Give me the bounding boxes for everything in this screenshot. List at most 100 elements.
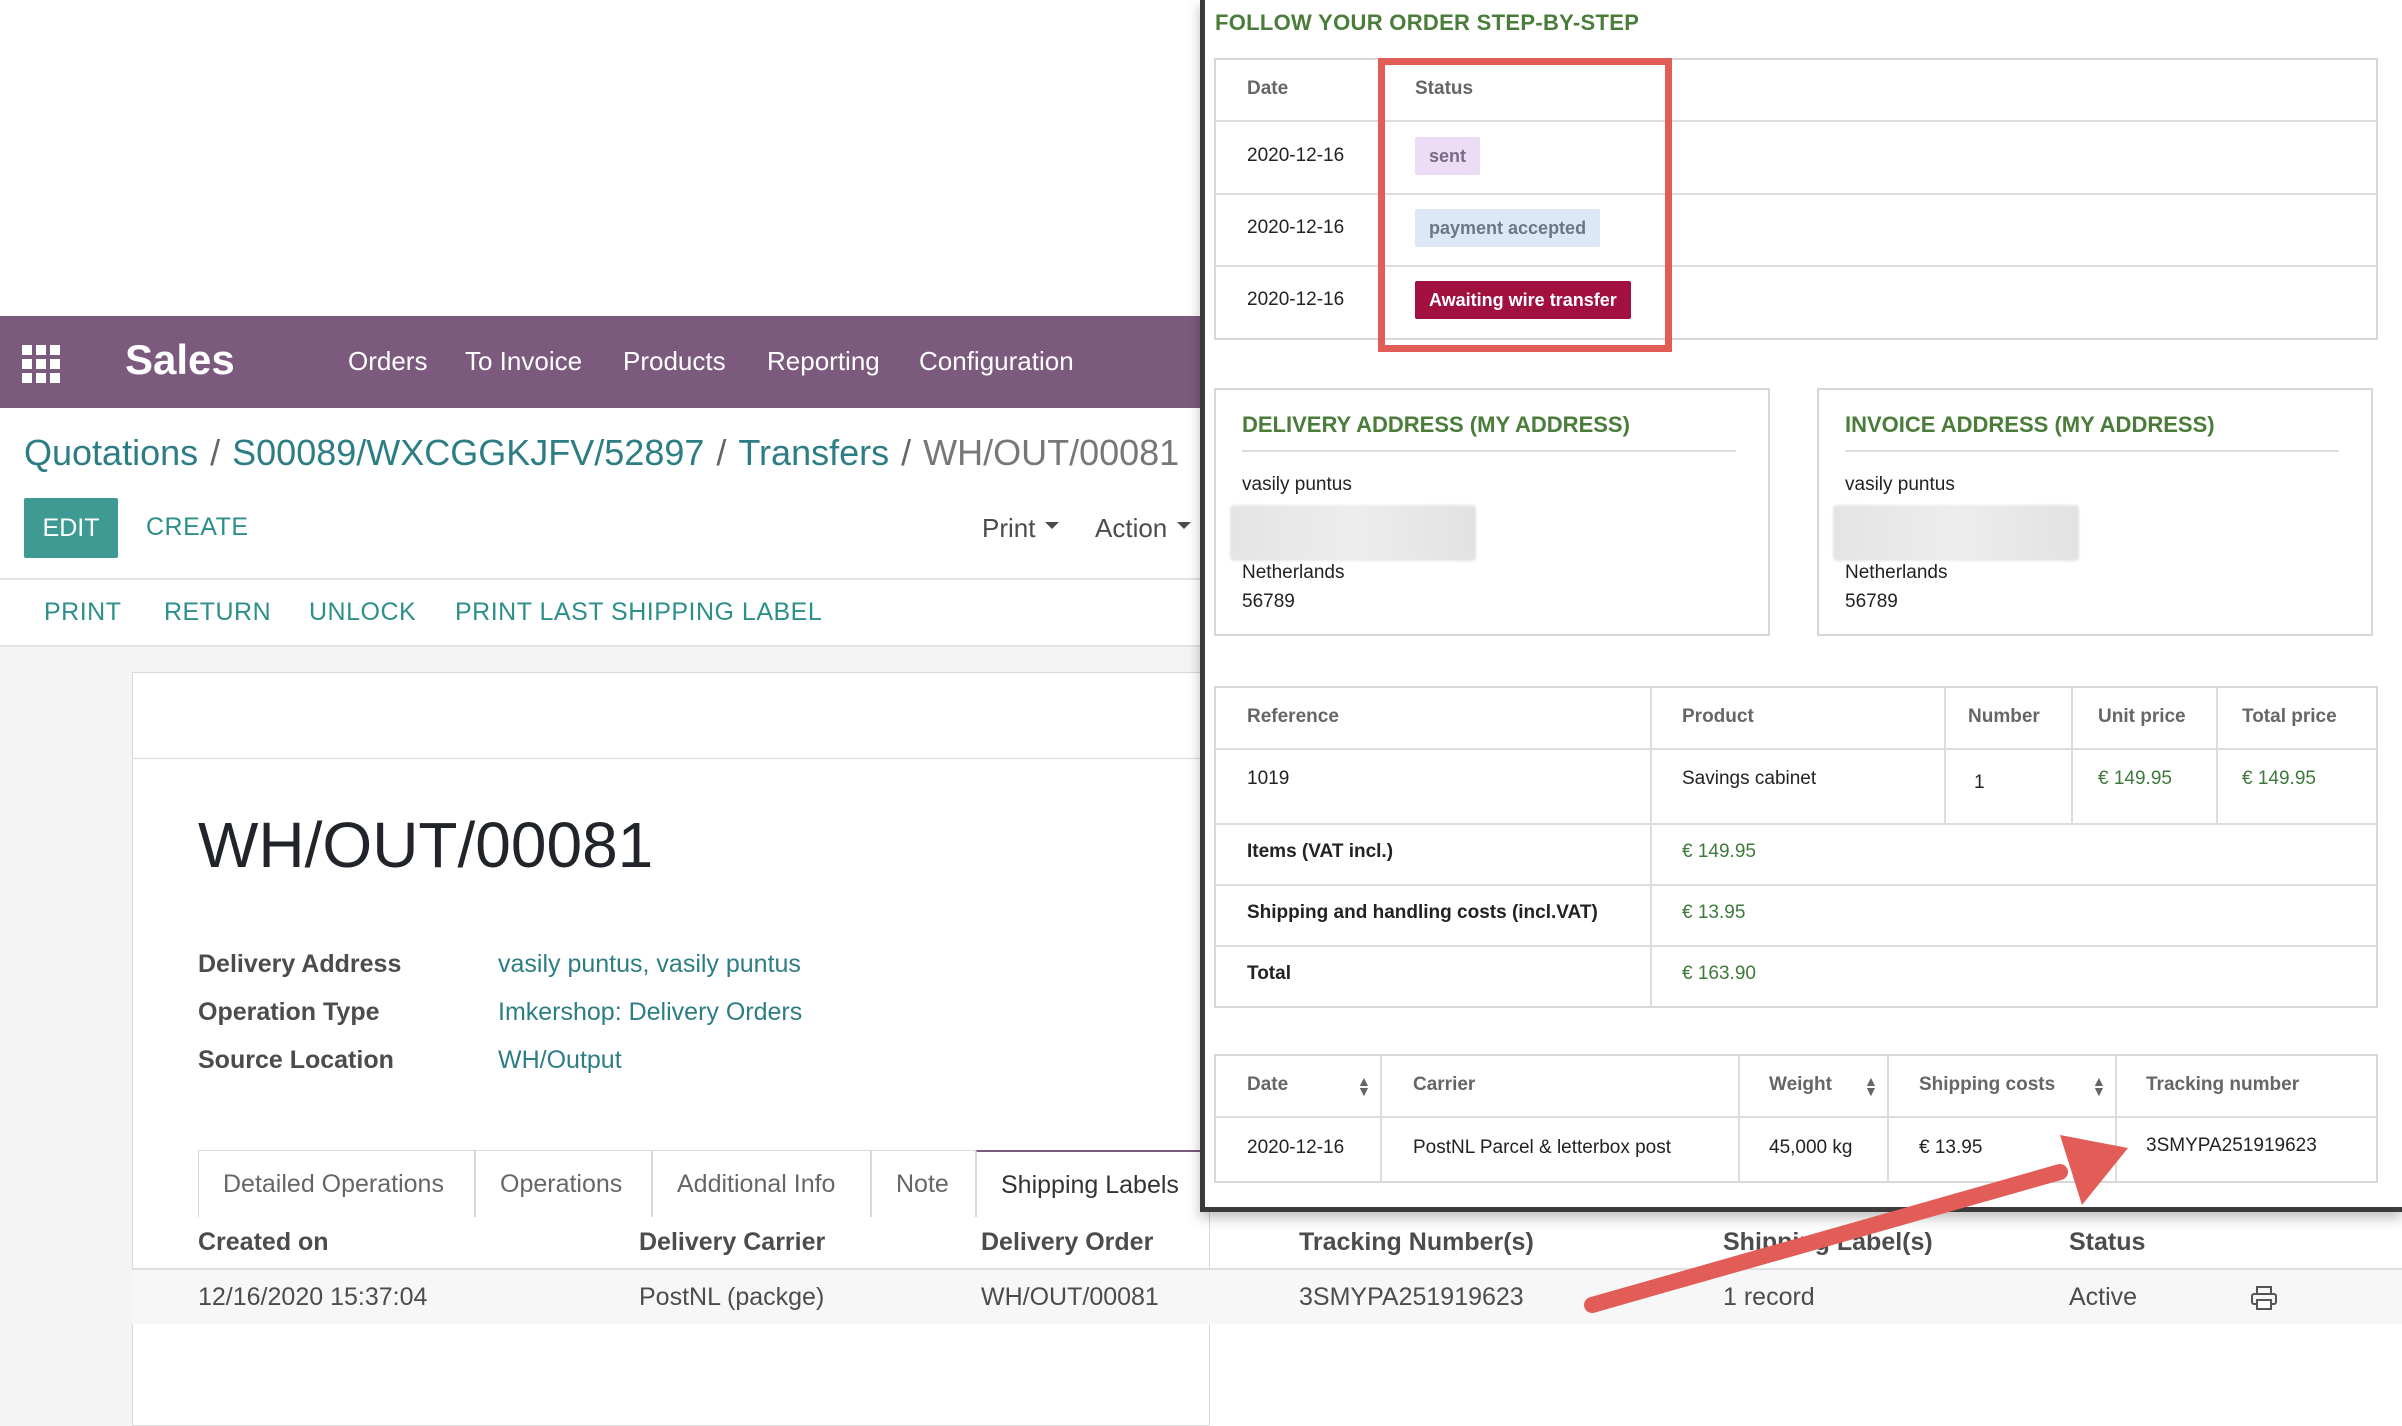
delivery-address-zip: 56789 bbox=[1242, 591, 1295, 612]
action-dropdown-label: Action bbox=[1095, 513, 1168, 543]
product-reference: 1019 bbox=[1247, 768, 1290, 789]
items-value: € 149.95 bbox=[1682, 841, 1756, 862]
print-button[interactable]: PRINT bbox=[44, 598, 122, 627]
field-value-operation-type[interactable]: Imkershop: Delivery Orders bbox=[498, 998, 802, 1027]
field-label-source-location: Source Location bbox=[198, 1046, 394, 1074]
items-label: Items (VAT incl.) bbox=[1247, 841, 1394, 862]
delivery-address-name: vasily puntus bbox=[1242, 474, 1352, 495]
divider bbox=[132, 758, 1210, 759]
sort-icon[interactable]: ▲ ▼ bbox=[2092, 1074, 2106, 1098]
unlock-button[interactable]: UNLOCK bbox=[309, 598, 416, 627]
product-total-price: € 149.95 bbox=[2242, 768, 2316, 789]
divider bbox=[1845, 450, 2339, 452]
history-header-date: Date bbox=[1247, 78, 1289, 99]
action-dropdown[interactable]: Action bbox=[1095, 513, 1192, 544]
cell-status: Active bbox=[2069, 1283, 2138, 1311]
product-quantity: 1 bbox=[1974, 772, 1985, 793]
menu-products[interactable]: Products bbox=[623, 346, 726, 377]
sort-icon[interactable]: ▲ ▼ bbox=[1864, 1074, 1878, 1098]
table-row[interactable] bbox=[132, 1270, 2402, 1324]
history-date: 2020-12-16 bbox=[1247, 289, 1345, 310]
breadcrumb-separator: / bbox=[716, 432, 727, 473]
products-header-product: Product bbox=[1682, 706, 1754, 727]
divider bbox=[2115, 1054, 2117, 1183]
field-label-delivery-address: Delivery Address bbox=[198, 950, 402, 978]
chevron-down-icon bbox=[1177, 521, 1192, 529]
carrier-date: 2020-12-16 bbox=[1247, 1137, 1345, 1158]
breadcrumb-separator: / bbox=[210, 432, 221, 473]
divider bbox=[1650, 686, 1652, 1008]
divider bbox=[1214, 1116, 2378, 1118]
divider bbox=[2216, 686, 2218, 824]
product-unit-price: € 149.95 bbox=[2098, 768, 2172, 789]
carrier-header-carrier: Carrier bbox=[1413, 1074, 1476, 1095]
history-date: 2020-12-16 bbox=[1247, 145, 1345, 166]
divider bbox=[1214, 945, 2378, 947]
invoice-address-title: INVOICE ADDRESS (MY ADDRESS) bbox=[1845, 412, 2215, 437]
menu-configuration[interactable]: Configuration bbox=[919, 346, 1074, 377]
print-last-shipping-label-button[interactable]: PRINT LAST SHIPPING LABEL bbox=[455, 598, 822, 627]
total-label: Total bbox=[1247, 963, 1291, 984]
products-header-total-price: Total price bbox=[2242, 706, 2337, 727]
return-button[interactable]: RETURN bbox=[164, 598, 271, 627]
delivery-address-country: Netherlands bbox=[1242, 562, 1345, 583]
carrier-name: PostNL Parcel & letterbox post bbox=[1413, 1137, 1672, 1158]
cell-created-on: 12/16/2020 15:37:04 bbox=[198, 1283, 428, 1311]
products-header-reference: Reference bbox=[1247, 706, 1339, 727]
divider bbox=[1214, 748, 2378, 750]
menu-reporting[interactable]: Reporting bbox=[767, 346, 880, 377]
tab-detailed-operations[interactable]: Detailed Operations bbox=[198, 1150, 475, 1217]
cell-delivery-carrier: PostNL (packge) bbox=[639, 1283, 825, 1311]
divider bbox=[0, 578, 1210, 580]
edit-button[interactable]: EDIT bbox=[24, 498, 118, 558]
status-highlight-frame bbox=[1378, 58, 1672, 352]
create-button[interactable]: CREATE bbox=[146, 513, 249, 542]
divider bbox=[2071, 686, 2073, 824]
column-header-shipping-labels[interactable]: Shipping Label(s) bbox=[1723, 1228, 1933, 1257]
chevron-down-icon bbox=[1045, 521, 1060, 529]
divider bbox=[1214, 823, 2378, 825]
carrier-header-tracking-number: Tracking number bbox=[2146, 1074, 2300, 1095]
printer-icon[interactable] bbox=[2250, 1286, 2278, 1310]
print-dropdown-label: Print bbox=[982, 513, 1036, 543]
tab-note[interactable]: Note bbox=[871, 1150, 976, 1217]
column-header-created-on[interactable]: Created on bbox=[198, 1228, 329, 1257]
tab-shipping-labels[interactable]: Shipping Labels bbox=[976, 1150, 1210, 1217]
column-header-delivery-carrier[interactable]: Delivery Carrier bbox=[639, 1228, 825, 1257]
carrier-shipping-costs: € 13.95 bbox=[1919, 1137, 1983, 1158]
column-header-status[interactable]: Status bbox=[2069, 1228, 2145, 1257]
tab-operations[interactable]: Operations bbox=[475, 1150, 652, 1217]
menu-orders[interactable]: Orders bbox=[348, 346, 427, 377]
print-dropdown[interactable]: Print bbox=[982, 513, 1060, 544]
invoice-address-country: Netherlands bbox=[1845, 562, 1948, 583]
apps-menu-icon[interactable] bbox=[22, 345, 60, 383]
tab-additional-info[interactable]: Additional Info bbox=[652, 1150, 871, 1217]
menu-to-invoice[interactable]: To Invoice bbox=[465, 346, 582, 377]
shipping-costs-value: € 13.95 bbox=[1682, 902, 1746, 923]
carrier-header-shipping-costs[interactable]: Shipping costs bbox=[1919, 1074, 2055, 1096]
history-date: 2020-12-16 bbox=[1247, 217, 1345, 238]
products-header-number: Number bbox=[1968, 706, 2040, 727]
sort-icon[interactable]: ▲ ▼ bbox=[1357, 1074, 1371, 1098]
field-label-operation-type: Operation Type bbox=[198, 998, 380, 1026]
breadcrumb: Quotations / S00089/WXCGGKJFV/52897 / Transf… bbox=[24, 432, 1179, 474]
carrier-header-date[interactable]: Date bbox=[1247, 1074, 1288, 1096]
divider bbox=[1242, 450, 1736, 452]
invoice-address-box: INVOICE ADDRESS (MY ADDRESS) vasily punt… bbox=[1817, 388, 2373, 636]
total-value: € 163.90 bbox=[1682, 963, 1756, 984]
carrier-header-weight[interactable]: Weight bbox=[1769, 1074, 1832, 1096]
divider bbox=[1214, 884, 2378, 886]
breadcrumb-current: WH/OUT/00081 bbox=[923, 432, 1180, 473]
breadcrumb-quotations[interactable]: Quotations bbox=[24, 432, 198, 473]
field-value-delivery-address[interactable]: vasily puntus, vasily puntus bbox=[498, 950, 801, 979]
breadcrumb-sale-order[interactable]: S00089/WXCGGKJFV/52897 bbox=[232, 432, 704, 473]
invoice-address-name: vasily puntus bbox=[1845, 474, 1955, 495]
column-header-delivery-order[interactable]: Delivery Order bbox=[981, 1228, 1153, 1257]
column-header-tracking-numbers[interactable]: Tracking Number(s) bbox=[1299, 1228, 1534, 1257]
cell-delivery-order: WH/OUT/00081 bbox=[981, 1283, 1159, 1311]
breadcrumb-separator: / bbox=[901, 432, 912, 473]
breadcrumb-transfers[interactable]: Transfers bbox=[738, 432, 889, 473]
invoice-address-zip: 56789 bbox=[1845, 591, 1898, 612]
redacted-address bbox=[1833, 505, 2079, 561]
field-value-source-location[interactable]: WH/Output bbox=[498, 1046, 622, 1075]
